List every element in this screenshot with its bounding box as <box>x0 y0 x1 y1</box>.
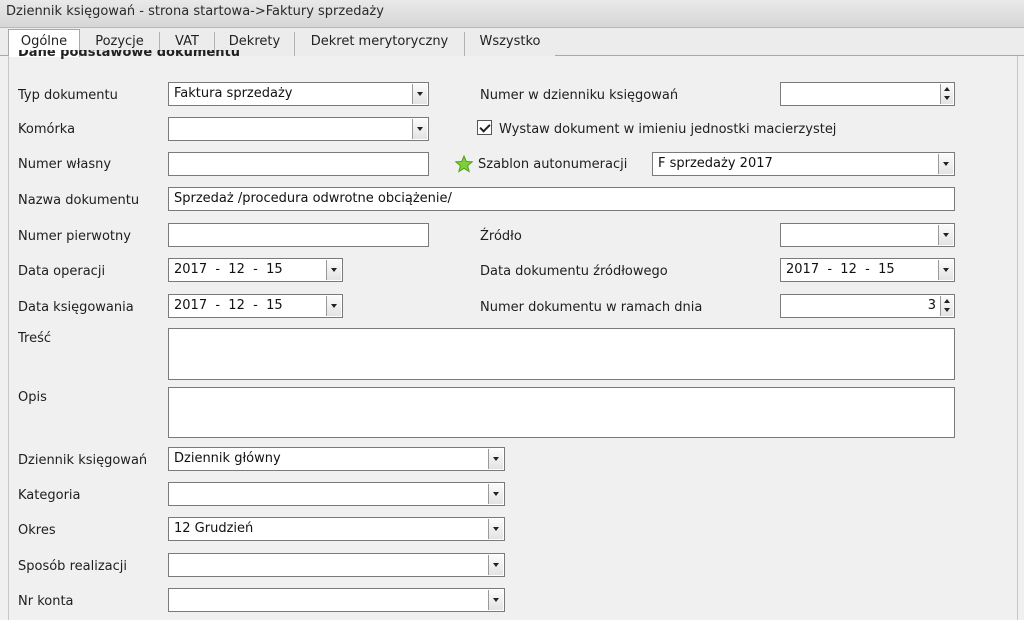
window-title: Dziennik księgowań - strona startowa->Fa… <box>0 0 1024 28</box>
numer-wlasny-input[interactable] <box>168 152 429 176</box>
nr-konta-label: Nr konta <box>18 594 74 609</box>
numer-w-dzienniku-label: Numer w dzienniku księgowań <box>480 88 679 103</box>
chevron-down-icon[interactable] <box>326 296 341 316</box>
wystaw-dokument-label: Wystaw dokument w imieniu jednostki maci… <box>499 122 837 137</box>
group-title: Dane podstawowe dokumentu <box>18 50 240 60</box>
data-ksiegowania-picker[interactable]: 2017 - 12 - 15 <box>168 294 343 318</box>
kategoria-select[interactable] <box>168 482 505 506</box>
dziennik-ksiegowan-select[interactable]: Dziennik główny <box>168 447 505 471</box>
sposob-realizacji-label: Sposób realizacji <box>18 559 127 574</box>
numer-pierwotny-label: Numer pierwotny <box>18 229 131 244</box>
chevron-down-icon[interactable] <box>488 590 503 610</box>
chevron-down-icon[interactable] <box>488 555 503 575</box>
numer-pierwotny-input[interactable] <box>168 223 429 247</box>
okres-select[interactable]: 12 Grudzień <box>168 517 505 541</box>
opis-textarea[interactable] <box>168 387 955 438</box>
zrodlo-select[interactable] <box>780 223 955 247</box>
wystaw-dokument-checkbox[interactable] <box>477 120 492 135</box>
spinner-arrows-icon[interactable] <box>940 296 953 316</box>
dziennik-ksiegowan-label: Dziennik księgowań <box>18 453 148 468</box>
numer-dokumentu-w-ramach-dnia-label: Numer dokumentu w ramach dnia <box>480 300 703 315</box>
tresc-textarea[interactable] <box>168 328 955 380</box>
szablon-autonumeracji-select[interactable]: F sprzedaży 2017 <box>652 152 955 176</box>
nazwa-dokumentu-input[interactable]: Sprzedaż /procedura odwrotne obciążenie/ <box>168 187 955 211</box>
typ-dokumentu-select[interactable]: Faktura sprzedaży <box>168 82 429 106</box>
chevron-down-icon[interactable] <box>488 449 503 469</box>
data-operacji-picker[interactable]: 2017 - 12 - 15 <box>168 258 343 282</box>
tresc-label: Treść <box>18 331 52 346</box>
szablon-autonumeracji-label: Szablon autonumeracji <box>478 157 628 172</box>
chevron-down-icon[interactable] <box>326 260 341 280</box>
star-icon <box>455 155 473 173</box>
spinner-arrows-icon[interactable] <box>940 84 953 104</box>
komorka-label: Komórka <box>18 122 76 137</box>
opis-label: Opis <box>18 390 47 405</box>
chevron-down-icon[interactable] <box>412 119 427 139</box>
typ-dokumentu-label: Typ dokumentu <box>18 88 118 103</box>
chevron-down-icon[interactable] <box>938 260 953 280</box>
sposob-realizacji-select[interactable] <box>168 553 505 577</box>
nazwa-dokumentu-label: Nazwa dokumentu <box>18 193 140 208</box>
data-dokumentu-zrodlowego-label: Data dokumentu źródłowego <box>480 264 668 279</box>
okres-label: Okres <box>18 523 56 538</box>
tab-dekret-merytoryczny[interactable]: Dekret merytoryczny <box>295 32 465 56</box>
nr-konta-select[interactable] <box>168 588 505 612</box>
chevron-down-icon[interactable] <box>488 519 503 539</box>
data-ksiegowania-label: Data księgowania <box>18 300 134 315</box>
komorka-select[interactable] <box>168 117 429 141</box>
chevron-down-icon[interactable] <box>938 154 953 174</box>
chevron-down-icon[interactable] <box>938 225 953 245</box>
zrodlo-label: Źródło <box>480 229 522 244</box>
numer-w-dzienniku-stepper[interactable] <box>780 82 955 106</box>
numer-wlasny-label: Numer własny <box>18 157 112 172</box>
numer-dokumentu-w-ramach-dnia-stepper[interactable]: 3 <box>780 294 955 318</box>
data-dokumentu-zrodlowego-picker[interactable]: 2017 - 12 - 15 <box>780 258 955 282</box>
kategoria-label: Kategoria <box>18 488 81 503</box>
chevron-down-icon[interactable] <box>488 484 503 504</box>
chevron-down-icon[interactable] <box>412 84 427 104</box>
tab-wszystko[interactable]: Wszystko <box>465 32 555 56</box>
data-operacji-label: Data operacji <box>18 264 106 279</box>
